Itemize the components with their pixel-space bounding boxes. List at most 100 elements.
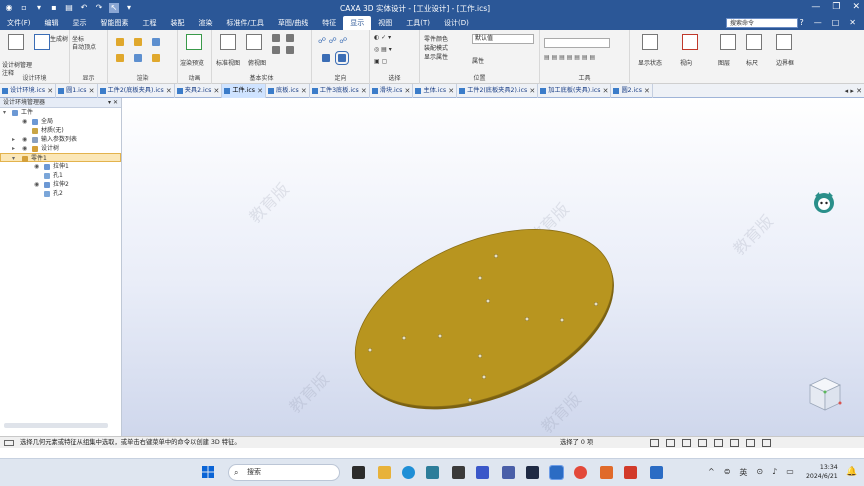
tab-baseplate[interactable]: 底板.ics ✕ <box>266 84 310 98</box>
ribbon-text-assembly-mode[interactable]: 装配模式 <box>424 43 448 52</box>
pan-icon[interactable] <box>286 34 294 42</box>
store-icon[interactable] <box>426 466 439 479</box>
tree-node-part1[interactable]: ▾ 零件1 <box>0 153 121 162</box>
print-icon[interactable]: ▤ <box>64 3 74 13</box>
menu-tools[interactable]: 标准件/工具 <box>220 16 271 30</box>
tree-node-hole2[interactable]: 孔2 <box>0 189 121 198</box>
menu-render[interactable]: 渲染 <box>192 16 220 30</box>
save-icon[interactable]: ▪ <box>49 3 59 13</box>
camera-icon[interactable] <box>714 439 723 447</box>
eye-icon[interactable]: ◉ <box>22 135 27 144</box>
zoom-icon[interactable] <box>272 46 280 54</box>
design-tree-controls[interactable]: ▾ ✕ <box>108 98 118 108</box>
tab-close-icon[interactable]: ✕ <box>166 84 172 98</box>
light-mode-icon[interactable] <box>730 439 739 447</box>
menu-view[interactable]: 视图 <box>371 16 399 30</box>
volume-icon[interactable]: ♪ <box>772 467 777 478</box>
tab-close-icon[interactable]: ✕ <box>257 84 263 98</box>
decal-icon[interactable] <box>152 54 160 62</box>
file-explorer-icon[interactable] <box>378 466 391 479</box>
texture-icon[interactable] <box>134 54 142 62</box>
menu-edit[interactable]: 编辑 <box>38 16 66 30</box>
taskbar-clock[interactable]: 13:34 2024/6/21 <box>806 463 838 481</box>
open-file-icon[interactable]: ▾ <box>34 3 44 13</box>
tool2-icon[interactable] <box>682 34 698 50</box>
tab-circle2[interactable]: 圆2.ics ✕ <box>611 84 653 98</box>
start-button-icon[interactable] <box>202 466 214 478</box>
keyboard-icon[interactable] <box>4 440 14 446</box>
tool3-icon[interactable] <box>720 34 736 50</box>
annotation-icon[interactable] <box>34 34 50 50</box>
tab-close-icon[interactable]: ✕ <box>301 84 307 98</box>
pointer-icon[interactable]: ↖ <box>109 3 119 13</box>
maximize-button[interactable]: ❐ <box>832 2 840 12</box>
chrome-icon[interactable] <box>574 466 587 479</box>
tree-horizontal-scrollbar[interactable] <box>4 423 108 428</box>
expand-icon[interactable]: ▸ <box>12 135 15 144</box>
ribbon-text-layer[interactable]: 图层 <box>718 58 730 67</box>
tab-close-icon[interactable]: ✕ <box>448 84 454 98</box>
disc-part[interactable] <box>329 194 641 436</box>
edge-browser-icon[interactable] <box>402 466 415 479</box>
input-method-icon[interactable]: 英 <box>739 467 747 478</box>
tab-circle1[interactable]: 圆1.ics ✕ <box>56 84 98 98</box>
tray-app-icon[interactable]: ⊜ <box>724 467 731 478</box>
default-combo[interactable]: 默认值 <box>472 34 534 44</box>
notification-bell-icon[interactable]: 🔔 <box>846 467 857 477</box>
menu-smart-elements[interactable]: 智能图素 <box>94 16 136 30</box>
wireframe-icon[interactable] <box>682 439 691 447</box>
tab-workpiece2[interactable]: 工件2(底板夹具).ics ✕ <box>98 84 175 98</box>
menu-display[interactable]: 显示 <box>66 16 94 30</box>
menu-sketch[interactable]: 草图/曲线 <box>271 16 315 30</box>
tab-workpiece3[interactable]: 工件3底板.ics ✕ <box>310 84 370 98</box>
render-icon[interactable] <box>116 38 124 46</box>
app-icon-g[interactable] <box>600 466 613 479</box>
ribbon-text-bbox[interactable]: 边界框 <box>776 58 794 67</box>
tree-node-hole1[interactable]: 孔1 <box>0 171 121 180</box>
tab-machining-base[interactable]: 加工底板(夹具).ics ✕ <box>538 84 612 98</box>
eye-icon[interactable]: ◉ <box>22 117 27 126</box>
select-icons-row3[interactable]: ▣ ▢ <box>374 58 387 65</box>
layer-combo[interactable] <box>544 38 610 48</box>
animation-icon[interactable] <box>186 34 202 50</box>
qat-dropdown-icon[interactable]: ▾ <box>124 3 134 13</box>
tab-slider[interactable]: 滑块.ics ✕ <box>370 84 414 98</box>
ribbon-text-props[interactable]: 属性 <box>472 56 484 65</box>
tree-node-design-tree[interactable]: ▸ ◉ 设计树 <box>0 144 121 153</box>
battery-icon[interactable]: ▭ <box>786 467 794 478</box>
tab-close-icon[interactable]: ✕ <box>603 84 609 98</box>
app-logo-icon[interactable]: ◉ <box>4 3 14 13</box>
zoom-window-icon[interactable] <box>286 46 294 54</box>
ribbon-text-display-state[interactable]: 显示状态 <box>638 58 662 67</box>
doc-restore-button[interactable]: □ <box>832 18 840 27</box>
tree-node-material[interactable]: 材质(无) <box>0 126 121 135</box>
orient-selected-icon[interactable] <box>335 51 349 65</box>
eye-icon[interactable]: ◉ <box>34 162 39 171</box>
menu-display-active[interactable]: 显示 <box>343 16 372 30</box>
ribbon-text-display-prop[interactable]: 显示属性 <box>424 52 448 61</box>
section-icon[interactable] <box>746 439 755 447</box>
view-cube-icon[interactable] <box>802 372 848 418</box>
tool4-icon[interactable] <box>746 34 762 50</box>
tab-close-icon[interactable]: ✕ <box>361 84 367 98</box>
ribbon-text-part-color[interactable]: 零件颜色 <box>424 34 448 43</box>
tab-close-icon[interactable]: ✕ <box>644 84 650 98</box>
ribbon-text-direction[interactable]: 视向 <box>680 58 692 67</box>
tool1-icon[interactable] <box>642 34 658 50</box>
taskbar-search-box[interactable]: ⌕ 搜索 <box>228 464 340 481</box>
redo-icon[interactable]: ↷ <box>94 3 104 13</box>
eye-icon[interactable]: ◉ <box>34 180 39 189</box>
ribbon-text-standard-view[interactable]: 标准视图 <box>216 58 240 67</box>
app-icon-3d[interactable] <box>452 466 465 479</box>
tool5-icon[interactable] <box>776 34 792 50</box>
design-tree-icon[interactable] <box>8 34 24 50</box>
eye-icon[interactable]: ◉ <box>22 144 27 153</box>
ribbon-text-ruler[interactable]: 标尺 <box>746 58 758 67</box>
tab-design-env[interactable]: 设计环境.ics ✕ <box>0 84 57 98</box>
help-icon[interactable]: ? <box>799 18 803 27</box>
menu-assembly[interactable]: 装配 <box>164 16 192 30</box>
3d-viewport[interactable]: 教育版 教育版 教育版 教育版 教育版 <box>122 98 864 436</box>
close-button[interactable]: ✕ <box>852 2 860 12</box>
tab-workpiece2b[interactable]: 工件2(底板夹具2).ics ✕ <box>457 84 539 98</box>
select-icons-row1[interactable]: ◐ ✓ ▾ <box>374 34 391 41</box>
